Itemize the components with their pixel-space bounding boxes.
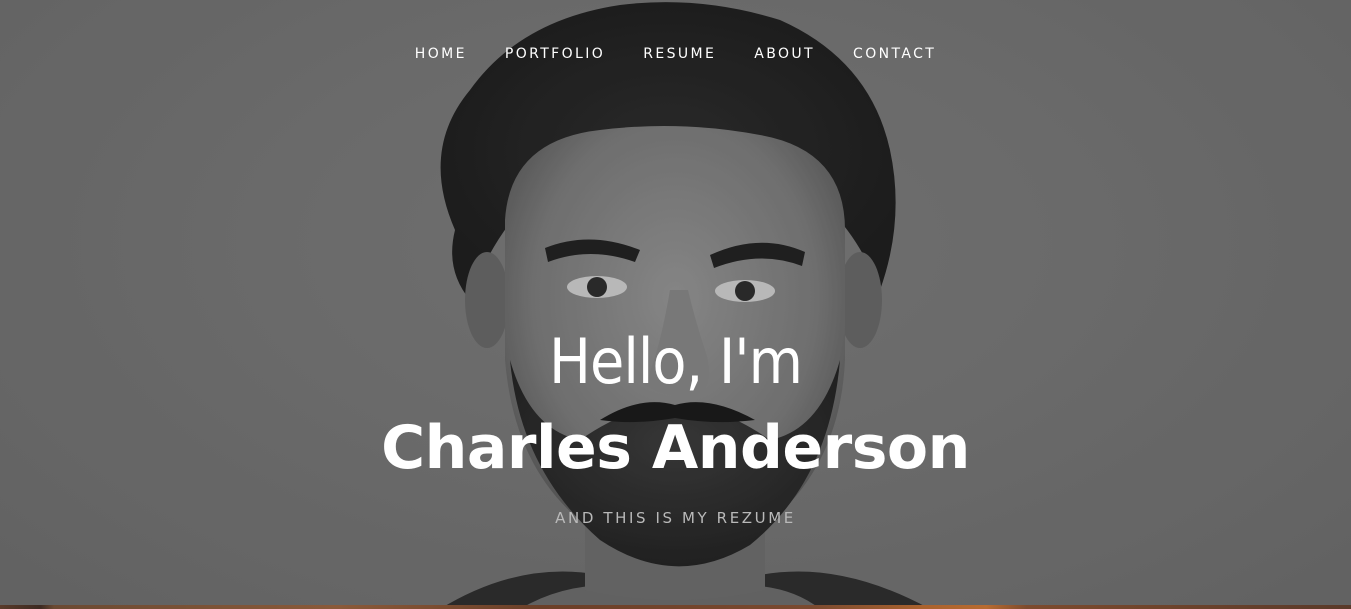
nav-item-resume[interactable]: RESUME [643,44,716,64]
nav-item-home[interactable]: HOME [415,44,467,64]
nav-item-portfolio[interactable]: PORTFOLIO [505,44,605,64]
nav-item-contact[interactable]: CONTACT [853,44,936,64]
main-navigation: HOME PORTFOLIO RESUME ABOUT CONTACT [0,44,1351,64]
hero-tagline: AND THIS IS MY REZUME [555,509,796,527]
next-section-edge [0,605,1351,609]
hero-section: HOME PORTFOLIO RESUME ABOUT CONTACT Hell… [0,0,1351,609]
hero-greeting: Hello, I'm [549,325,803,398]
hero-name: Charles Anderson [381,413,970,483]
nav-item-about[interactable]: ABOUT [754,44,815,64]
